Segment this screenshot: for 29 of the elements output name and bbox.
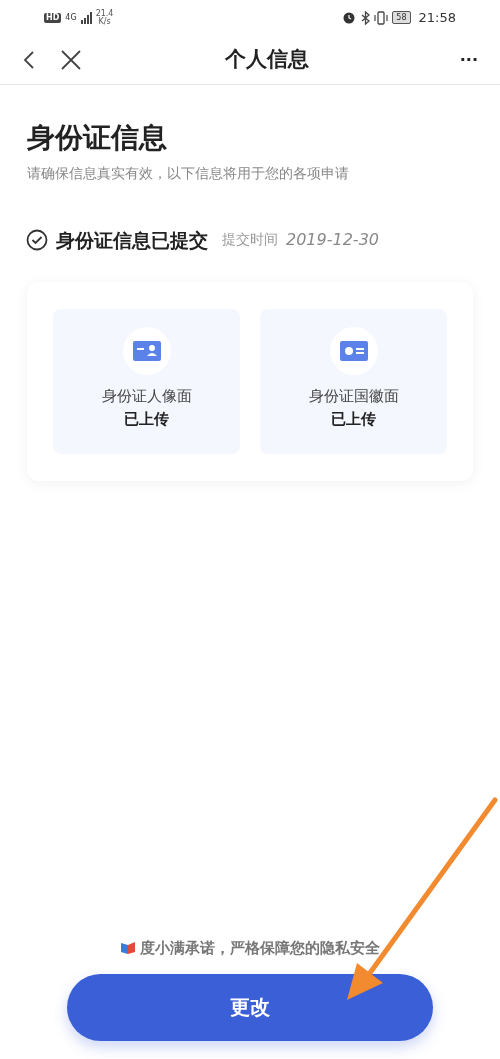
submission-date: 2019-12-30 — [286, 228, 379, 251]
close-icon[interactable] — [60, 48, 82, 71]
change-button[interactable]: 更改 — [67, 973, 433, 1041]
battery-indicator: 58 — [392, 11, 411, 24]
page-title: 个人信息 — [223, 45, 310, 73]
upload-status: 已上传 — [124, 408, 169, 430]
bluetooth-icon — [360, 10, 371, 25]
section-subtitle: 请确保信息真实有效，以下信息将用于您的各项申请 — [27, 163, 350, 183]
more-button[interactable]: ··· — [459, 47, 478, 72]
upload-tile[interactable]: 身份证国徽面 已上传 — [260, 309, 447, 455]
book-logo-icon — [120, 940, 136, 957]
upload-tile[interactable]: 身份证人像面 已上传 — [53, 309, 240, 455]
hd-indicator: HD — [44, 12, 62, 23]
privacy-promise: 度小满承诺，严格保障您的隐私安全 — [140, 938, 380, 959]
alarm-icon — [342, 10, 357, 25]
speed-unit: K/s — [97, 17, 112, 26]
check-circle-icon — [26, 228, 48, 251]
section-title: 身份证信息 — [27, 121, 168, 155]
network-type: 4G — [65, 13, 77, 22]
signal-icon — [80, 11, 92, 24]
tile-label: 身份证国徽面 — [308, 386, 399, 408]
submission-time-label: 提交时间 — [222, 230, 278, 250]
submission-status: 身份证信息已提交 — [56, 227, 208, 253]
back-icon[interactable] — [22, 49, 36, 70]
vibrate-icon — [374, 10, 389, 25]
status-time: 21:58 — [418, 8, 456, 27]
upload-status: 已上传 — [331, 408, 376, 430]
speed-value: 21.4 — [95, 9, 114, 18]
tile-label: 身份证人像面 — [101, 386, 192, 408]
